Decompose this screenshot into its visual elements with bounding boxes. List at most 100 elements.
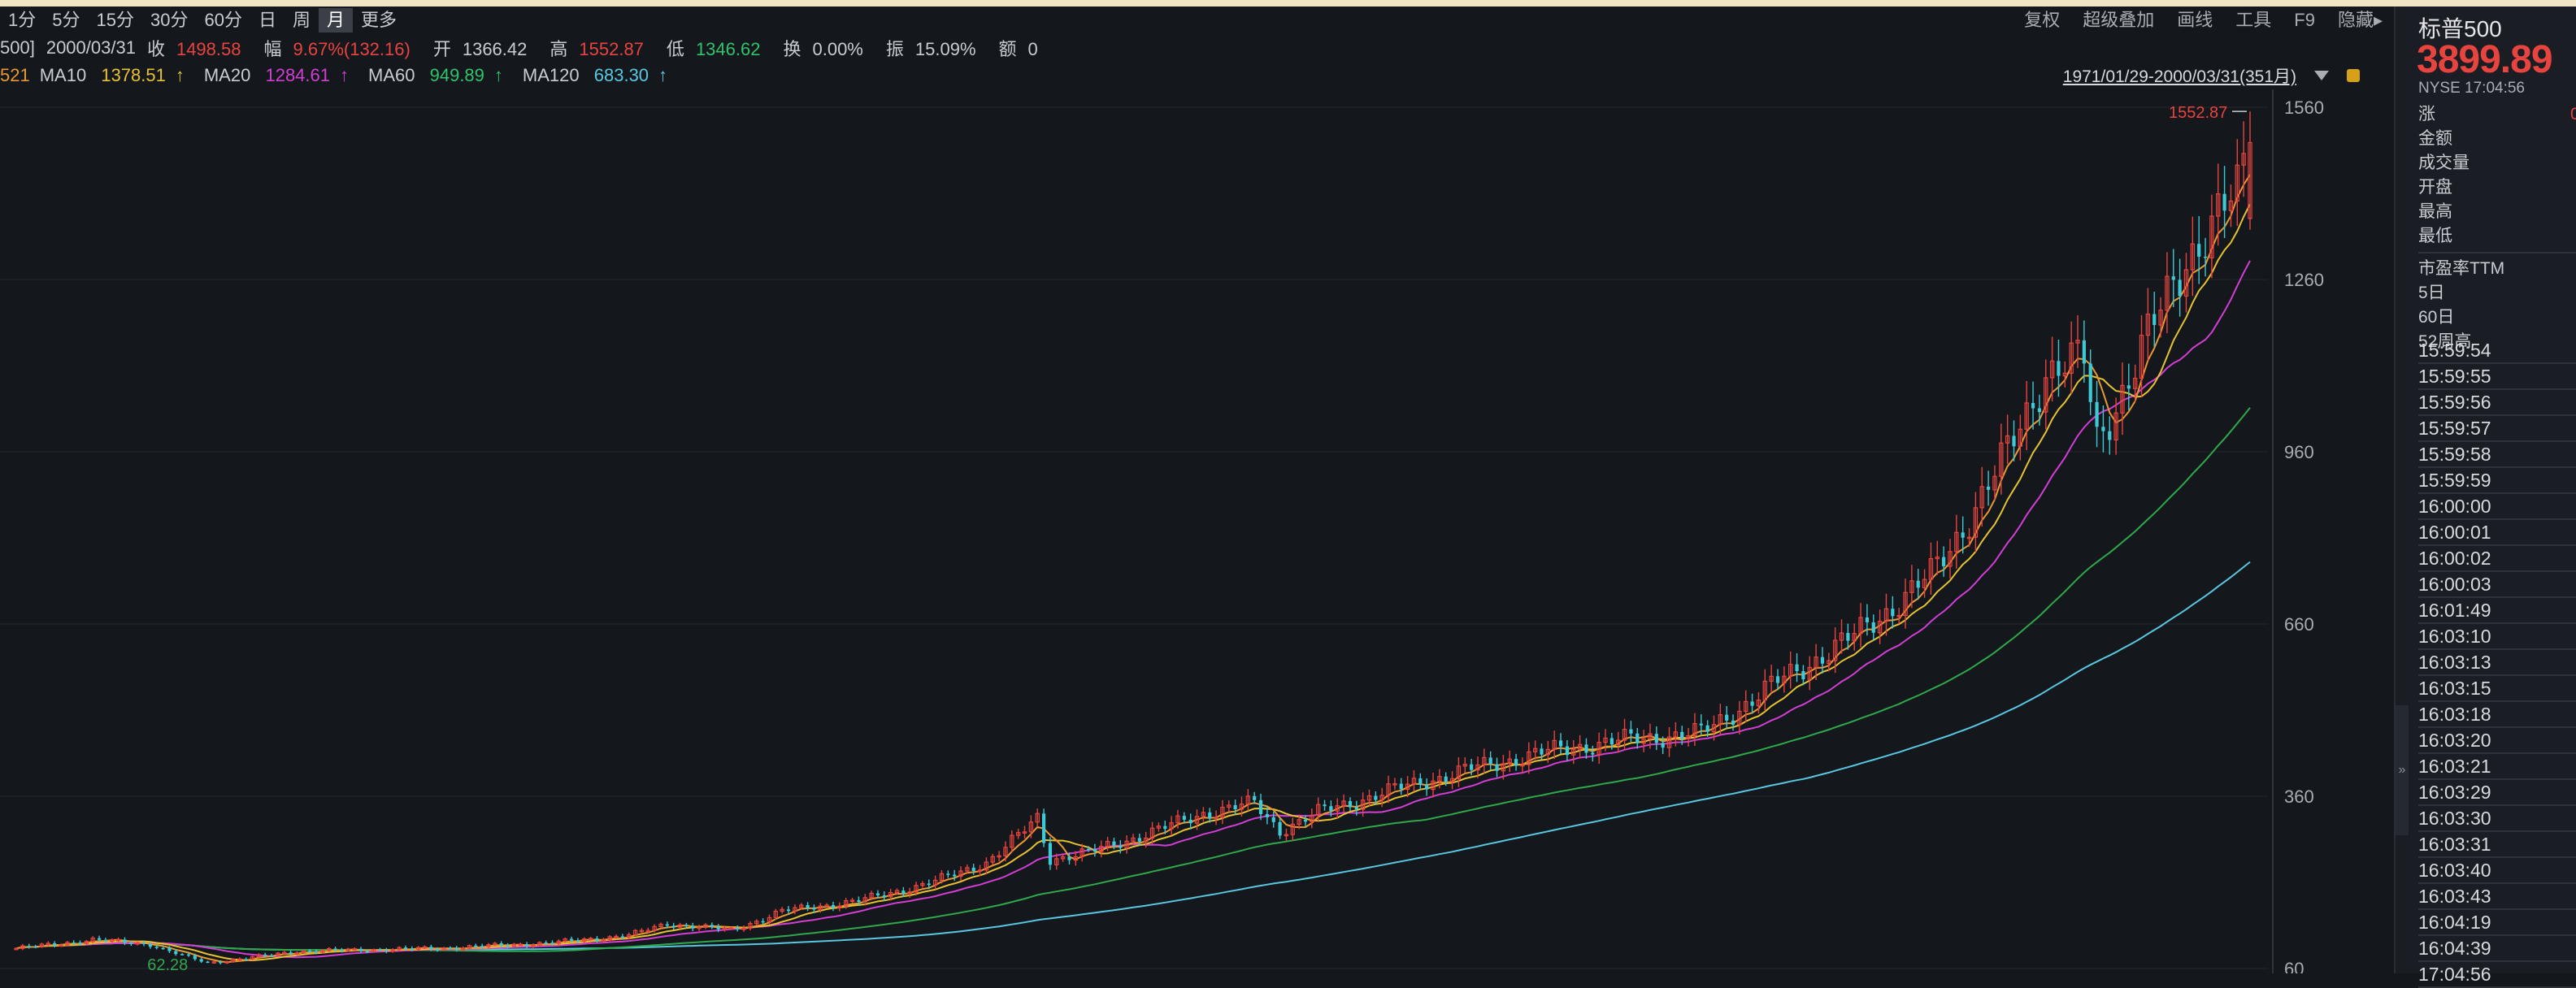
candle xyxy=(736,925,740,932)
candle xyxy=(1015,829,1021,839)
hide-button[interactable]: 隐藏▸ xyxy=(2326,8,2394,32)
window-top-strip xyxy=(0,0,2576,6)
candle xyxy=(710,922,714,930)
candle-body xyxy=(1086,848,1091,851)
ohlc-info-bar: 500] 2000/03/31 收 1498.58 幅 9.67%(132.16) … xyxy=(0,34,1061,62)
period-more[interactable]: 更多 xyxy=(353,8,405,32)
candle-body xyxy=(1119,845,1123,848)
candle-body xyxy=(1871,622,1875,633)
candle-body xyxy=(882,895,886,897)
period-month[interactable]: 月 xyxy=(318,8,353,32)
period-5min[interactable]: 5分 xyxy=(44,8,88,32)
candle xyxy=(1310,808,1314,829)
candle xyxy=(953,869,957,882)
adjust-button[interactable]: 复权 xyxy=(2013,8,2071,32)
candle xyxy=(27,943,31,949)
candle xyxy=(1750,693,1754,714)
tick-time: 16:03:20 xyxy=(2418,730,2491,751)
candle xyxy=(231,958,236,963)
5day-label: 5日 xyxy=(2418,284,2445,302)
candle xyxy=(1527,742,1531,774)
candle xyxy=(1584,738,1588,759)
ma20-group: MA20 1284.61 ↑ xyxy=(204,65,358,86)
period-week[interactable]: 周 xyxy=(285,8,319,32)
ma10-line xyxy=(15,203,2251,962)
ma-legend-bar: 521 MA10 1378.51 ↑ MA20 1284.61 ↑ MA60 949… xyxy=(0,62,2394,89)
candle xyxy=(1636,727,1640,749)
amp-value: 9.67%(132.16) xyxy=(293,39,411,59)
candle-body xyxy=(1654,734,1658,743)
period-day[interactable]: 日 xyxy=(250,8,285,32)
candle xyxy=(997,851,1001,862)
date-range-selector[interactable]: 1971/01/29-2000/03/31(351月) xyxy=(2063,62,2370,89)
draw-button[interactable]: 画线 xyxy=(2165,8,2224,32)
candle xyxy=(1820,647,1825,674)
candle xyxy=(2069,321,2074,394)
candle-body xyxy=(269,955,274,957)
dropdown-triangle-icon[interactable] xyxy=(2314,71,2329,80)
candle-body xyxy=(927,883,931,886)
ma20-value: 1284.61 xyxy=(265,65,330,85)
candle xyxy=(614,934,619,939)
hide-label: 隐藏 xyxy=(2337,10,2374,30)
period-60min[interactable]: 60分 xyxy=(196,8,250,32)
candle-body xyxy=(1775,676,1780,683)
low-annotation-label: 62.28 xyxy=(147,956,188,973)
candle-body xyxy=(1680,731,1684,739)
overlay-button[interactable]: 超级叠加 xyxy=(2071,8,2165,32)
candle-body xyxy=(289,952,293,954)
candle xyxy=(1182,812,1186,824)
candle xyxy=(595,936,599,943)
candle-body xyxy=(384,950,389,951)
candle xyxy=(671,922,675,930)
candle-body xyxy=(1942,557,1946,566)
candle xyxy=(244,957,248,961)
date-range-text[interactable]: 1971/01/29-2000/03/31(351月) xyxy=(2063,63,2296,88)
candle xyxy=(1532,740,1538,760)
candle-body xyxy=(480,946,484,947)
candle-body xyxy=(1725,714,1729,721)
candle xyxy=(1731,714,1735,731)
candle-body xyxy=(154,947,159,948)
candlestick-chart[interactable]: 60 360 660 960 1260 1560 1552.87 62.28 xyxy=(0,89,2394,973)
candle-body xyxy=(525,944,529,947)
tools-button[interactable]: 工具 xyxy=(2224,8,2283,32)
candle-body xyxy=(1470,764,1474,770)
candle xyxy=(1323,800,1327,811)
candle xyxy=(467,944,472,950)
candle xyxy=(1769,665,1774,693)
period-30min[interactable]: 30分 xyxy=(142,8,196,32)
candle xyxy=(199,957,203,964)
lock-icon[interactable] xyxy=(2347,69,2360,82)
candle-body xyxy=(2203,256,2208,258)
candle xyxy=(2209,194,2214,279)
candle-body xyxy=(875,893,880,896)
candle xyxy=(1156,822,1162,832)
candle-body xyxy=(474,945,478,947)
period-15min[interactable]: 15分 xyxy=(89,8,142,32)
candle-body xyxy=(1278,821,1282,836)
candle xyxy=(1928,542,1934,596)
candle xyxy=(1507,750,1512,773)
candle-body xyxy=(806,904,810,908)
period-1min[interactable]: 1分 xyxy=(0,8,44,32)
candle-body xyxy=(569,938,574,941)
candle-body xyxy=(1565,746,1569,756)
candle-body xyxy=(378,949,382,951)
candle xyxy=(920,881,925,888)
candle-body xyxy=(671,925,675,928)
volume-value: 0 xyxy=(1027,39,1038,59)
candle xyxy=(849,897,855,904)
ma10-arrow: ↑ xyxy=(175,65,185,85)
candle xyxy=(1495,757,1499,778)
candle-body xyxy=(1558,740,1563,747)
close-label: 收 xyxy=(146,39,165,59)
candle-body xyxy=(193,956,197,960)
candle xyxy=(180,953,185,956)
candle-body xyxy=(167,947,172,951)
f9-button[interactable]: F9 xyxy=(2283,8,2326,32)
candle xyxy=(1303,815,1308,826)
candle-body xyxy=(123,939,127,943)
collapse-panel-icon[interactable]: » xyxy=(2396,705,2409,835)
candle xyxy=(237,957,242,961)
